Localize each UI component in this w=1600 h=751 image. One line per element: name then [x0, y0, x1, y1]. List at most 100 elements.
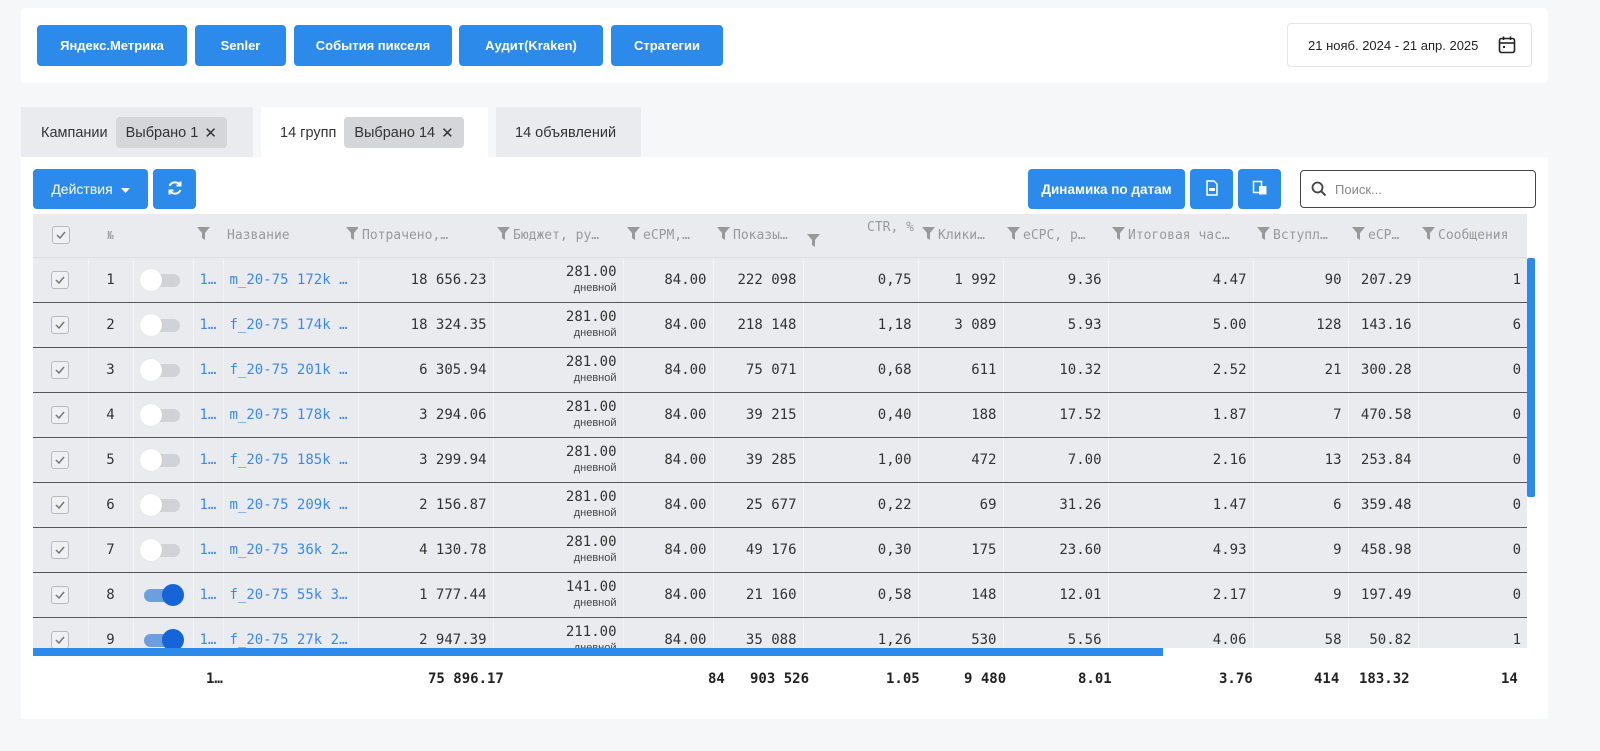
row-checkbox[interactable] [33, 437, 88, 483]
row-checkbox[interactable] [33, 617, 88, 648]
col-name[interactable]: Название [223, 214, 358, 258]
date-range-picker[interactable]: 21 нояб. 2024 - 21 апр. 2025 [1287, 23, 1532, 67]
close-icon[interactable]: ✕ [204, 124, 217, 142]
filter-icon[interactable] [1257, 226, 1270, 244]
filter-icon[interactable] [345, 226, 358, 244]
row-final-freq: 4.47 [1107, 257, 1253, 303]
budget-value: 281.00 [565, 308, 617, 325]
senler-button[interactable]: Senler [195, 25, 286, 66]
row-shows: 222 098 [712, 257, 803, 303]
row-messages: 1 [1417, 257, 1527, 303]
filter-icon[interactable] [807, 233, 820, 251]
col-messages[interactable]: Сообщения [1418, 214, 1527, 258]
table-row[interactable]: 4 1… m_20-75 178k Су… 3 294.06 281.00 дневной… [33, 392, 1527, 438]
table-row[interactable]: 3 1… f_20-75 201k 4_… 6 305.94 281.00 дневной… [33, 347, 1527, 393]
filter-icon[interactable] [627, 226, 640, 244]
row-id-link[interactable]: 1… [192, 437, 223, 483]
row-id-link[interactable]: 1… [192, 482, 223, 528]
filter-icon[interactable] [1112, 226, 1125, 244]
copy-button[interactable] [1238, 169, 1281, 209]
col-num[interactable]: № [88, 214, 133, 258]
table-row[interactable]: 9 1…f_20-75 27k 2_Г…2 947.39211.00дневной… [33, 617, 1527, 648]
table-row[interactable]: 2 1… f_20-75 174k Су… 18 324.35 281.00 дневно… [33, 302, 1527, 348]
row-id-link[interactable]: 1… [192, 572, 223, 618]
tab-campaigns[interactable]: Кампании Выбрано 1 ✕ [21, 107, 253, 158]
audit-kraken-button[interactable]: Аудит(Kraken) [459, 25, 603, 66]
search-input[interactable]: Поиск... [1300, 170, 1536, 208]
col-ecp[interactable]: eCP… [1348, 214, 1418, 258]
col-final-freq[interactable]: Итоговая час… [1108, 214, 1253, 258]
row-status-toggle[interactable] [132, 527, 193, 573]
table-row[interactable]: 7 1… m_20-75 36k 2_Г… 4 130.78 281.00 дневной… [33, 527, 1527, 573]
col-shows[interactable]: Показы… [713, 214, 803, 258]
horizontal-scrollbar[interactable] [33, 648, 1163, 656]
export-button[interactable] [1190, 169, 1233, 209]
tab-groups[interactable]: 14 групп Выбрано 14 ✕ [261, 107, 488, 158]
dynamics-by-date-button[interactable]: Динамика по датам [1028, 169, 1185, 209]
row-name-link[interactable]: f_20-75 174k Су… [222, 302, 358, 348]
row-id-link[interactable]: 1… [192, 392, 223, 438]
strategies-button[interactable]: Стратегии [611, 25, 723, 66]
table-row[interactable]: 8 1… f_20-75 55k 3_Г… 1 777.44 141.00 дневной… [33, 572, 1527, 618]
row-status-toggle[interactable] [132, 347, 193, 393]
row-status-toggle[interactable] [132, 572, 193, 618]
row-status-toggle[interactable] [132, 617, 193, 648]
row-name-link[interactable]: f_20-75 201k 4_… [222, 347, 358, 393]
col-id-filter[interactable] [193, 214, 223, 258]
row-checkbox[interactable] [33, 527, 88, 573]
col-final-freq-label: Итоговая час… [1128, 227, 1230, 243]
row-id-link[interactable]: 1… [192, 257, 223, 303]
tab-ads-label: 14 объявлений [515, 124, 617, 141]
col-ecpc[interactable]: eCPC, р… [1003, 214, 1108, 258]
row-id-link[interactable]: 1… [192, 527, 223, 573]
filter-icon[interactable] [1422, 226, 1435, 244]
row-id-link[interactable]: 1… [192, 302, 223, 348]
row-checkbox[interactable] [33, 302, 88, 348]
col-clicks[interactable]: Клики… [918, 214, 1003, 258]
col-budget[interactable]: Бюджет, ру… [493, 214, 623, 258]
row-name-link[interactable]: m_20-75 178k Су… [222, 392, 358, 438]
close-icon[interactable]: ✕ [441, 124, 454, 142]
row-status-toggle[interactable] [132, 392, 193, 438]
table-row[interactable]: 6 1… m_20-75 209k 4_… 2 156.87 281.00 дневной… [33, 482, 1527, 528]
row-status-toggle[interactable] [132, 482, 193, 528]
col-ctr[interactable]: CTR, % [803, 214, 918, 258]
row-checkbox[interactable] [33, 392, 88, 438]
row-name-link[interactable]: f_20-75 27k 2_Г… [222, 617, 358, 648]
tab-ads[interactable]: 14 объявлений [496, 107, 641, 158]
col-spent[interactable]: Потрачено,… [358, 214, 493, 258]
table-row[interactable]: 1 1… m_20-75 172k Су… 18 656.23 281.00 дневно… [33, 257, 1527, 303]
row-id-link[interactable]: 1… [192, 347, 223, 393]
filter-icon[interactable] [197, 226, 210, 244]
row-status-toggle[interactable] [132, 302, 193, 348]
filter-icon[interactable] [717, 226, 730, 244]
row-status-toggle[interactable] [132, 257, 193, 303]
actions-dropdown-button[interactable]: Действия [33, 169, 148, 209]
refresh-button[interactable] [153, 169, 196, 209]
row-budget: 281.00 дневной [492, 437, 623, 483]
filter-icon[interactable] [922, 226, 935, 244]
filter-icon[interactable] [1352, 226, 1365, 244]
row-name-link[interactable]: f_20-75 185k Су… [222, 437, 358, 483]
row-name-link[interactable]: m_20-75 36k 2_Г… [222, 527, 358, 573]
row-checkbox[interactable] [33, 257, 88, 303]
calendar-icon [1497, 35, 1517, 58]
row-checkbox[interactable] [33, 482, 88, 528]
filter-icon[interactable] [497, 226, 510, 244]
row-checkbox[interactable] [33, 572, 88, 618]
row-ecpc: 23.60 [1002, 527, 1108, 573]
col-joins[interactable]: Вступл… [1253, 214, 1348, 258]
row-checkbox[interactable] [33, 347, 88, 393]
row-name-link[interactable]: f_20-75 55k 3_Г… [222, 572, 358, 618]
row-name-link[interactable]: m_20-75 209k 4_… [222, 482, 358, 528]
vertical-scrollbar[interactable] [1527, 258, 1535, 497]
table-row[interactable]: 5 1… f_20-75 185k Су… 3 299.94 281.00 дневной… [33, 437, 1527, 483]
select-all-checkbox[interactable] [33, 214, 88, 258]
col-ecpm[interactable]: eCPM,… [623, 214, 713, 258]
row-id-link[interactable]: 1… [192, 617, 223, 648]
pixel-events-button[interactable]: События пикселя [294, 25, 452, 66]
row-name-link[interactable]: m_20-75 172k Су… [222, 257, 358, 303]
row-status-toggle[interactable] [132, 437, 193, 483]
filter-icon[interactable] [1007, 226, 1020, 244]
yandex-metrika-button[interactable]: Яндекс.Метрика [37, 25, 187, 66]
